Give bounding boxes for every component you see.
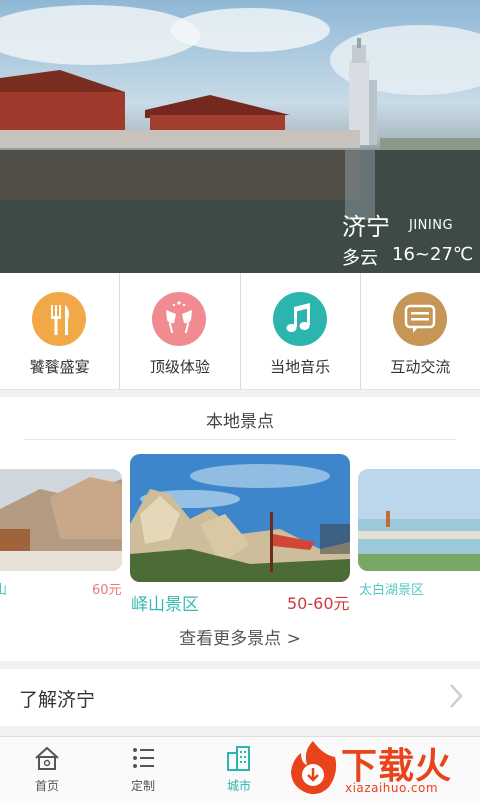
feature-row: 饕餮盛宴 顶级体验 当地音乐 互动交流 [0, 273, 480, 390]
weather-text: 多云 [342, 248, 378, 269]
scenic-card-main[interactable] [130, 454, 350, 582]
feature-interaction[interactable]: 互动交流 [361, 273, 480, 389]
watermark-logo: 下载火 xiazaihuo.com [283, 737, 480, 800]
music-note-icon [272, 292, 327, 346]
tab-custom[interactable]: 定制 [113, 745, 173, 794]
tab-city[interactable]: 城市 [209, 745, 269, 794]
tab-home[interactable]: 首页 [17, 745, 77, 794]
feature-feast[interactable]: 饕餮盛宴 [0, 273, 121, 389]
feature-experience[interactable]: 顶级体验 [120, 273, 241, 389]
feature-music[interactable]: 当地音乐 [241, 273, 361, 389]
scenic-name-right: 太白湖景区 [359, 583, 425, 598]
watermark-domain: xiazaihuo.com [345, 781, 439, 795]
view-more-link[interactable]: 查看更多景点 > [0, 624, 480, 649]
building-icon [227, 746, 250, 771]
scenic-name-left: 山 [0, 583, 8, 598]
list-icon [133, 748, 154, 768]
tab-label: 首页 [34, 779, 59, 793]
hero-photo [0, 5, 480, 273]
chat-bubble-icon [392, 292, 447, 346]
scenic-name-main: 峄山景区 [131, 595, 199, 615]
local-scenic-section: 本地景点 山 60元 峄山景区 50-60元 太白湖景区 查看更多景点 > [0, 397, 480, 661]
toast-glasses-icon [152, 292, 207, 346]
divider [24, 439, 456, 440]
scenic-card-right[interactable] [358, 469, 480, 571]
tab-label: 定制 [130, 779, 155, 793]
feature-label: 饕餮盛宴 [29, 358, 90, 376]
city-name: 济宁 [342, 213, 390, 241]
feature-label: 顶级体验 [149, 358, 210, 376]
flame-icon [291, 741, 337, 795]
scenic-card-left[interactable] [0, 469, 122, 571]
feature-label: 互动交流 [390, 358, 451, 376]
city-name-en: JINING [409, 218, 454, 233]
home-icon [35, 746, 59, 770]
hero-banner: 济宁 JINING 多云 16~27℃ [0, 0, 480, 273]
temperature-text: 16~27℃ [392, 244, 474, 265]
scenic-price-left: 60元 [92, 583, 122, 598]
tab-label: 城市 [226, 779, 251, 793]
know-city-row[interactable]: 了解济宁 [0, 669, 480, 726]
scenic-price-main: 50-60元 [287, 594, 350, 613]
section-title: 本地景点 [206, 412, 274, 432]
know-city-label: 了解济宁 [19, 689, 96, 711]
chevron-right-icon [450, 684, 463, 708]
fork-knife-icon [32, 292, 86, 346]
feature-label: 当地音乐 [270, 358, 331, 376]
